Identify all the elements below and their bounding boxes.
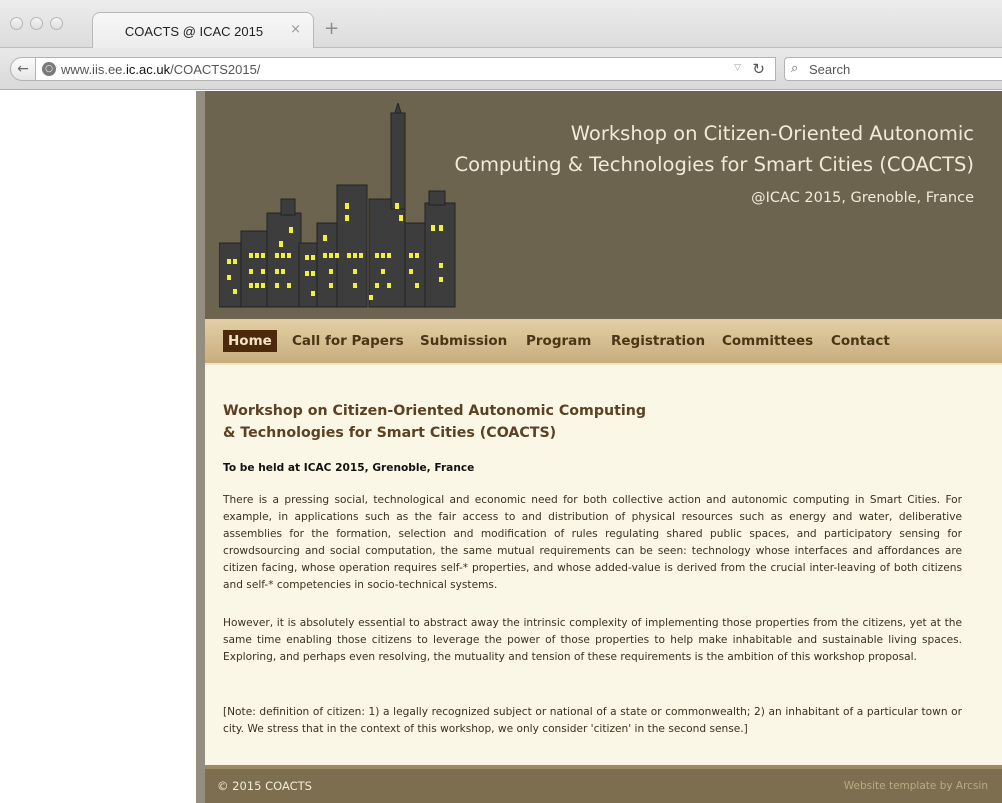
content-heading-line-1: Workshop on Citizen-Oriented Autonomic C… bbox=[223, 403, 646, 419]
window-close-button[interactable] bbox=[10, 17, 23, 30]
url-text: www.iis.ee.ic.ac.uk/COACTS2015/ bbox=[61, 62, 261, 77]
nav-committees[interactable]: Committees bbox=[722, 333, 813, 349]
site-footer: © 2015 COACTS Website template by Arcsin bbox=[205, 765, 1002, 803]
tab-close-icon[interactable]: × bbox=[290, 22, 301, 37]
search-placeholder: Search bbox=[809, 62, 851, 77]
browser-tab[interactable]: COACTS @ ICAC 2015 × bbox=[92, 12, 314, 49]
content-subheading: To be held at ICAC 2015, Grenoble, Franc… bbox=[223, 462, 475, 474]
main-content: Workshop on Citizen-Oriented Autonomic C… bbox=[205, 363, 1002, 765]
nav-home[interactable]: Home bbox=[223, 330, 277, 352]
search-icon: ⌕ bbox=[791, 61, 799, 76]
nav-program[interactable]: Program bbox=[526, 333, 591, 349]
footer-template-credit[interactable]: Website template by Arcsin bbox=[844, 780, 988, 792]
content-heading: Workshop on Citizen-Oriented Autonomic C… bbox=[223, 400, 743, 444]
url-dropdown-icon[interactable]: ▽ bbox=[734, 63, 741, 73]
main-navigation: Home Call for Papers Submission Program … bbox=[205, 319, 1002, 363]
window-minimize-button[interactable] bbox=[30, 17, 43, 30]
paragraph-note: [Note: definition of citizen: 1) a legal… bbox=[223, 706, 962, 736]
nav-registration[interactable]: Registration bbox=[611, 333, 705, 349]
browser-tab-bar: COACTS @ ICAC 2015 × + bbox=[0, 0, 1002, 49]
web-page: Workshop on Citizen-Oriented Autonomic C… bbox=[0, 91, 1002, 803]
paragraph-abstraction: However, it is absolutely essential to a… bbox=[223, 617, 962, 664]
content-heading-line-2: & Technologies for Smart Cities (COACTS) bbox=[223, 425, 557, 441]
back-arrow-icon: ← bbox=[17, 61, 29, 77]
header-subtitle: @ICAC 2015, Grenoble, France bbox=[751, 190, 974, 206]
back-button[interactable]: ← bbox=[10, 57, 36, 81]
footer-copyright: © 2015 COACTS bbox=[217, 779, 312, 793]
tab-title: COACTS @ ICAC 2015 bbox=[124, 24, 264, 39]
reload-icon[interactable]: ↻ bbox=[752, 60, 765, 78]
nav-call-for-papers[interactable]: Call for Papers bbox=[292, 333, 404, 349]
globe-icon: ○ bbox=[42, 62, 56, 76]
paragraph-intro: There is a pressing social, technologica… bbox=[223, 494, 962, 592]
search-input[interactable]: ⌕ Search bbox=[784, 57, 1002, 81]
nav-submission[interactable]: Submission bbox=[420, 333, 507, 349]
coacts-skyline-logo bbox=[219, 103, 456, 308]
site-header: Workshop on Citizen-Oriented Autonomic C… bbox=[205, 91, 1002, 319]
browser-nav-bar: ← ○ www.iis.ee.ic.ac.uk/COACTS2015/ ▽ ↻ … bbox=[0, 48, 1002, 90]
header-title-line-1: Workshop on Citizen-Oriented Autonomic bbox=[570, 122, 974, 145]
address-bar[interactable]: ○ www.iis.ee.ic.ac.uk/COACTS2015/ ▽ ↻ bbox=[36, 57, 776, 81]
header-title-line-2: Computing & Technologies for Smart Citie… bbox=[454, 153, 974, 176]
window-zoom-button[interactable] bbox=[50, 17, 63, 30]
new-tab-button[interactable]: + bbox=[324, 20, 339, 38]
nav-contact[interactable]: Contact bbox=[831, 333, 890, 349]
